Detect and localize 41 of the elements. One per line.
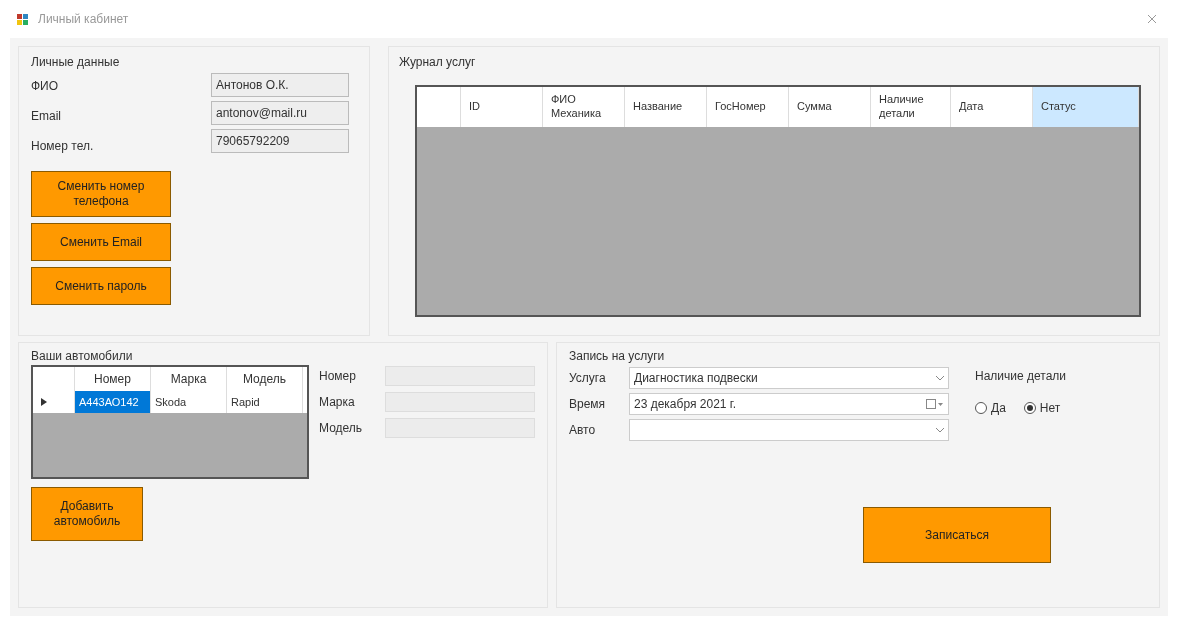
chevron-down-icon <box>936 427 944 433</box>
field-label: Email <box>31 108 61 125</box>
submit-button[interactable]: Записаться <box>863 507 1051 563</box>
field-label: ФИО <box>31 78 59 95</box>
field-label: Номер <box>319 368 357 385</box>
date-picker[interactable]: 23 декабря 2021 г. <box>629 393 949 415</box>
dropdown-field[interactable] <box>629 419 949 441</box>
app-icon <box>16 12 30 26</box>
window-title: Личный кабинет <box>38 11 129 28</box>
radio-button[interactable] <box>1023 402 1036 414</box>
action-button[interactable]: Сменить номер телефона <box>31 171 171 217</box>
close-icon <box>1147 14 1157 24</box>
calendar-icon <box>926 399 944 409</box>
group-title: Журнал услуг <box>399 54 477 71</box>
group-title: Наличие детали <box>975 368 1067 385</box>
action-button[interactable]: Сменить пароль <box>31 267 171 305</box>
group-title: Ваши автомобили <box>31 348 134 365</box>
table-cell[interactable]: Skoda <box>151 391 227 413</box>
group-title: Личные данные <box>31 54 121 71</box>
field-label: Услуга <box>569 370 607 387</box>
radio-button[interactable] <box>975 402 987 414</box>
input-field[interactable]: antonov@mail.ru <box>211 101 349 125</box>
table-cell[interactable]: Rapid <box>227 391 303 413</box>
field-label: Модель <box>319 420 364 437</box>
field-label: Авто <box>569 422 597 439</box>
radio-label: Нет <box>1039 400 1061 417</box>
column-header[interactable]: Статус <box>1033 87 1139 127</box>
field-label: Время <box>569 396 607 413</box>
input-field[interactable]: Антонов О.К. <box>211 73 349 97</box>
table-cell[interactable]: А443АО142 <box>75 391 151 413</box>
field-label: Марка <box>319 394 356 411</box>
radio-option[interactable]: Да <box>975 399 1006 417</box>
action-button[interactable]: Сменить Email <box>31 223 171 261</box>
field-label: Номер тел. <box>31 138 94 155</box>
chevron-down-icon <box>936 375 944 381</box>
add-car-button[interactable]: Добавить автомобиль <box>31 487 143 541</box>
radio-option[interactable]: Нет <box>1023 399 1061 417</box>
dropdown-field[interactable]: Диагностика подвески <box>629 367 949 389</box>
group-title: Запись на услуги <box>569 348 666 365</box>
radio-label: Да <box>991 400 1006 417</box>
input-field[interactable]: 79065792209 <box>211 129 349 153</box>
